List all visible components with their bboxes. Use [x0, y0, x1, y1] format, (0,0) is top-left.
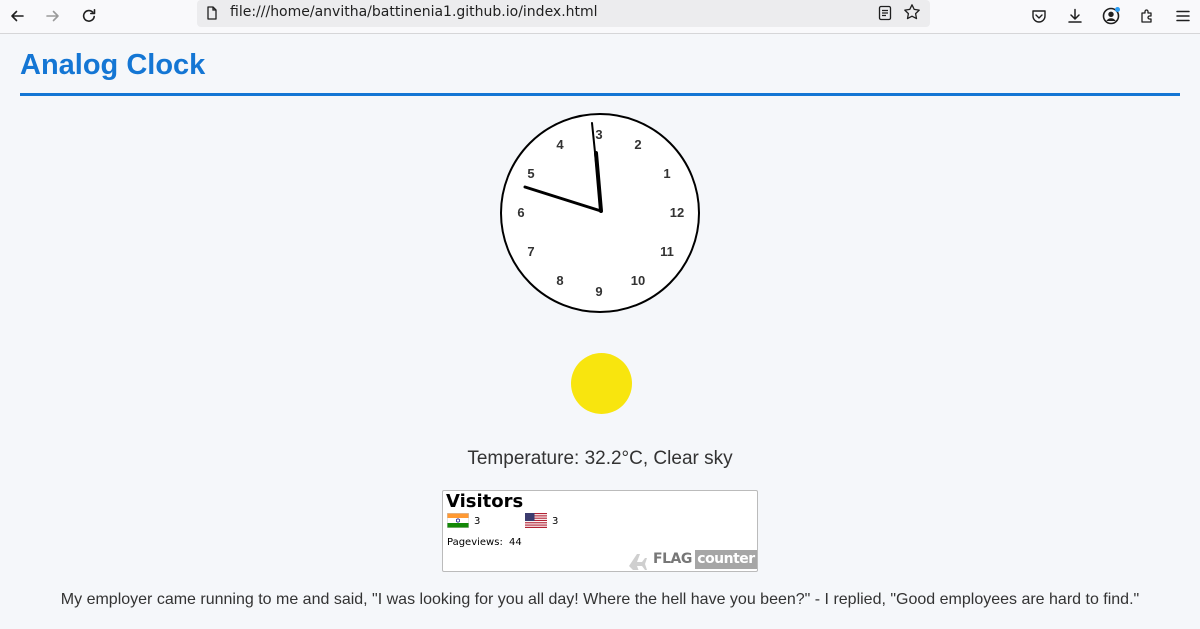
url-text[interactable]: file:///home/anvitha/battinenia1.github.…: [230, 4, 598, 20]
sun-icon: [571, 353, 632, 414]
download-icon[interactable]: [1062, 3, 1088, 29]
star-bookmark-icon[interactable]: [903, 3, 921, 26]
pocket-icon[interactable]: [1026, 3, 1052, 29]
usa-visitor-count: 3: [552, 516, 559, 527]
extensions-puzzle-icon[interactable]: [1134, 3, 1160, 29]
clock-numeral-9: 9: [595, 284, 602, 299]
analog-clock: 1 2 3 4 5 6 7 8 9 10 11 12: [500, 113, 700, 313]
clock-numeral-7: 7: [527, 244, 534, 259]
joke-text: My employer came running to me and said,…: [60, 591, 1140, 608]
pageviews-label: Pageviews:: [447, 537, 503, 548]
clock-numeral-10: 10: [631, 273, 645, 288]
browser-toolbar: file:///home/anvitha/battinenia1.github.…: [0, 0, 1200, 34]
forward-arrow-icon[interactable]: [40, 3, 66, 29]
plane-icon: [629, 554, 647, 570]
india-visitor-count: 3: [474, 516, 481, 527]
url-bar[interactable]: file:///home/anvitha/battinenia1.github.…: [197, 0, 930, 27]
page-content: Analog Clock 1 2 3 4 5 6 7 8 9 10 11 12 …: [0, 34, 1200, 629]
clock-numeral-5: 5: [527, 166, 534, 181]
hamburger-menu-icon[interactable]: [1170, 3, 1196, 29]
clock-numeral-4: 4: [556, 137, 564, 152]
page-document-icon: [204, 5, 220, 26]
clock-numeral-6: 6: [517, 205, 524, 220]
reader-view-icon[interactable]: [877, 4, 893, 27]
back-arrow-icon[interactable]: [4, 3, 30, 29]
logo-flag-text: FLAG: [653, 551, 692, 567]
account-icon[interactable]: [1098, 3, 1124, 29]
clock-numeral-2: 2: [634, 137, 641, 152]
clock-numeral-11: 11: [660, 244, 674, 259]
flag-counter-widget[interactable]: Visitors 3 3 Pageviews: 44 FLAG counter: [442, 490, 758, 572]
clock-numeral-12: 12: [670, 205, 684, 220]
clock-numeral-3: 3: [595, 127, 602, 142]
logo-counter-text: counter: [695, 550, 757, 569]
flag-counter-logo[interactable]: FLAG counter: [627, 549, 757, 571]
india-flag-icon: [447, 513, 469, 528]
usa-flag-icon: [525, 513, 547, 528]
clock-numeral-8: 8: [556, 273, 563, 288]
reload-icon[interactable]: [76, 3, 102, 29]
flag-counter-title: Visitors: [446, 491, 524, 512]
clock-numeral-1: 1: [663, 166, 670, 181]
pageviews-value: 44: [509, 537, 522, 548]
page-title: Analog Clock: [20, 49, 206, 81]
weather-text: Temperature: 32.2°C, Clear sky: [467, 448, 733, 469]
title-underline: [20, 93, 1180, 96]
